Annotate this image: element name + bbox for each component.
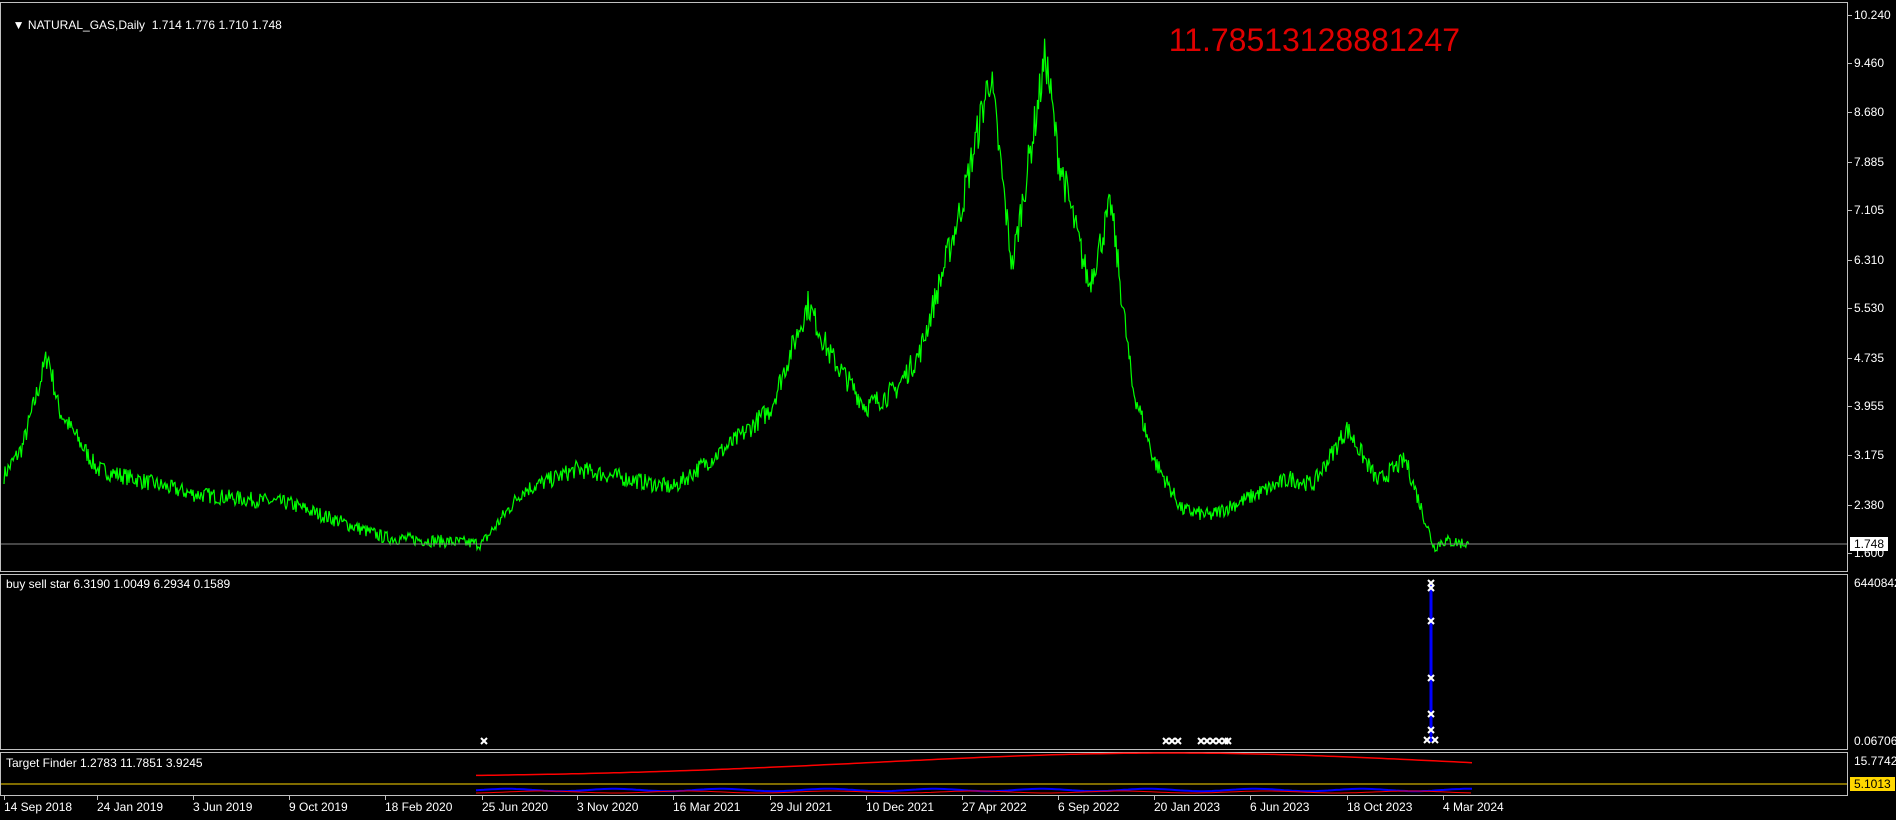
indicator1-axis-top: 6440842 [1854,576,1896,590]
star-marker [1431,736,1439,744]
time-tick-label: 9 Oct 2019 [289,800,348,814]
price-tick-label: 2.380 [1854,497,1885,512]
target-finder-label: Target Finder 1.2783 11.7851 3.9245 [6,756,203,770]
star-marker [1209,737,1217,745]
time-tick-label: 18 Oct 2023 [1347,800,1413,814]
price-tick-mark [1848,14,1852,16]
time-axis[interactable]: 14 Sep 2018 24 Jan 2019 3 Jun 2019 9 Oct 20… [0,796,1848,820]
price-tick-mark [1848,455,1852,457]
star-marker [1423,736,1431,744]
price-tick-label: 10.240 [1854,7,1891,22]
time-tick-label: 6 Jun 2023 [1250,800,1310,814]
price-tick-label: 3.175 [1854,448,1885,463]
price-series-line [3,38,1470,553]
time-tick-label: 10 Dec 2021 [866,800,935,814]
time-tick-label: 24 Jan 2019 [97,800,164,814]
price-tick-mark [1848,504,1852,506]
star-marker [1197,737,1205,745]
time-tick-label: 20 Jan 2023 [1154,800,1221,814]
price-tick-mark [1848,210,1852,212]
price-tick-mark [1848,63,1852,65]
indicator1-axis-bottom: 0.06706 [1854,734,1896,748]
price-tick-label: 8.680 [1854,105,1885,120]
indicator2-current-badge: 5.1013 [1850,777,1895,791]
target-red-curve [476,752,1473,777]
price-tick-mark [1848,161,1852,163]
star-marker [1162,737,1170,745]
price-tick-label: 7.105 [1854,203,1885,218]
buy-sell-star-label: buy sell star 6.3190 1.0049 6.2934 0.158… [6,577,231,591]
time-tick-label: 16 Mar 2021 [673,800,741,814]
chart-plot [1,38,1847,794]
price-tick-mark [1848,112,1852,114]
price-tick-mark [1848,553,1852,555]
price-tick-mark [1848,357,1852,359]
price-tick-mark [1848,406,1852,408]
price-tick-label: 3.955 [1854,399,1885,414]
time-tick-label: 3 Nov 2020 [577,800,639,814]
star-marker [1174,737,1182,745]
star-marker [480,737,488,745]
current-price-badge: 1.748 [1850,536,1889,551]
time-tick-label: 14 Sep 2018 [4,800,73,814]
price-tick-label: 9.460 [1854,56,1885,71]
big-value-readout: 11.78513128881247 [1168,22,1460,58]
dropdown-triangle-icon[interactable]: ▼ [13,18,25,32]
price-tick-label: 4.735 [1854,350,1885,365]
price-tick-mark [1848,308,1852,310]
price-tick-label: 6.310 [1854,252,1885,267]
star-marker [1215,737,1223,745]
time-tick-label: 6 Sep 2022 [1058,800,1120,814]
indicator2-axis-top: 15.7742 [1854,754,1896,768]
time-tick-label: 4 Mar 2024 [1443,800,1504,814]
time-tick-label: 18 Feb 2020 [385,800,453,814]
price-tick-label: 7.885 [1854,154,1885,169]
time-tick-label: 29 Jul 2021 [770,800,833,814]
main-chart-header: ▼ NATURAL_GAS,Daily 1.714 1.776 1.710 1.… [6,4,282,32]
time-tick-label: 3 Jun 2019 [193,800,253,814]
star-marker [1168,737,1176,745]
price-axis[interactable]: 10.240 9.460 8.680 7.885 7.105 6.310 5.530 4.73… [1848,0,1896,820]
time-tick-label: 25 Jun 2020 [482,800,549,814]
symbol-header-text: NATURAL_GAS,Daily 1.714 1.776 1.710 1.74… [27,18,282,32]
price-tick-label: 5.530 [1854,301,1885,316]
time-tick-label: 27 Apr 2022 [962,800,1027,814]
price-tick-mark [1848,259,1852,261]
star-marker [1203,737,1211,745]
